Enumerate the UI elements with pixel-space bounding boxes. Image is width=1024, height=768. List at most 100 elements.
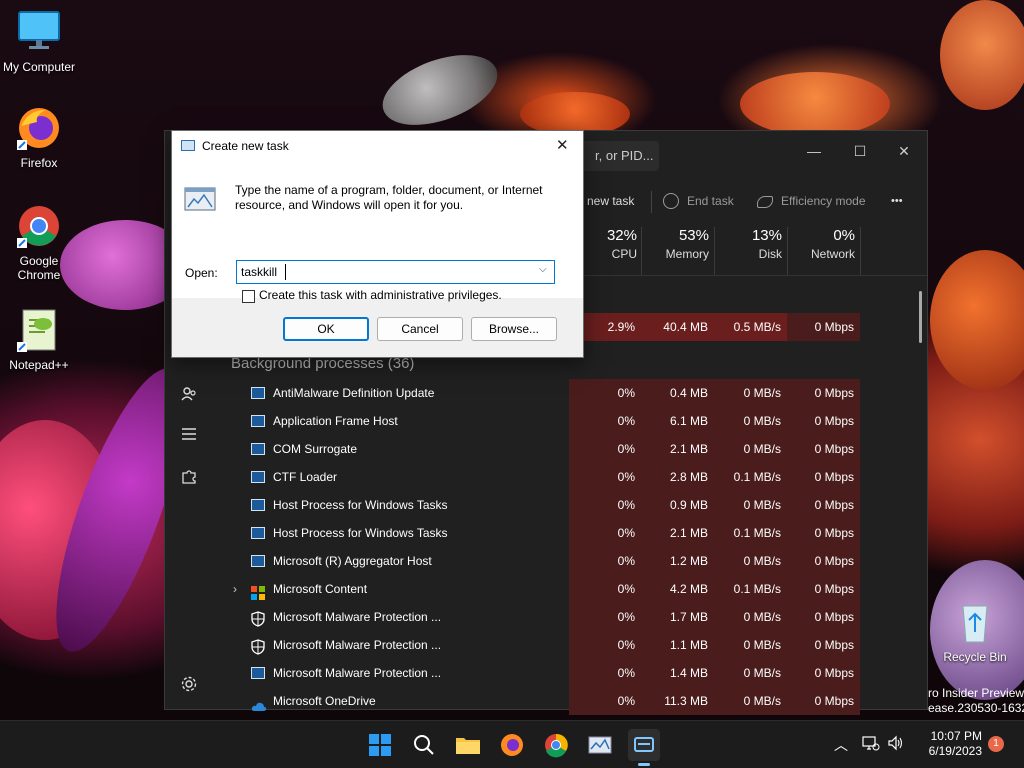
file-explorer-button[interactable]: [452, 729, 484, 761]
window-icon: [251, 443, 265, 455]
search-button[interactable]: [408, 729, 440, 761]
column-header-network[interactable]: 0% Network: [787, 227, 855, 261]
window-icon: [251, 667, 265, 679]
process-name: AntiMalware Definition Update: [273, 386, 435, 400]
desktop-icon-label: Recycle Bin: [943, 650, 1007, 664]
watermark-line: ro Insider Preview: [928, 686, 1024, 700]
create-new-task-dialog: Create new task ✕ Type the name of a pro…: [171, 130, 584, 358]
network-label: Network: [810, 247, 855, 261]
admin-privileges-label: Create this task with administrative pri…: [259, 288, 502, 302]
run-program-icon: [184, 187, 216, 216]
table-row[interactable]: Application Frame Host 0% 6.1 MB 0 MB/s 0 Mb…: [215, 407, 861, 435]
table-row[interactable]: Host Process for Windows Tasks 0% 2.1 MB 0.…: [215, 519, 861, 547]
windows-watermark: ro Insider Preview ease.230530-1632: [928, 686, 1024, 716]
users-icon[interactable]: [177, 385, 201, 409]
notification-badge[interactable]: 1: [988, 736, 1004, 752]
cpu-cell: 0%: [569, 659, 641, 687]
run-new-task-button[interactable]: new task: [587, 185, 634, 217]
cpu-cell: 0%: [569, 575, 641, 603]
desktop-icon-google-chrome[interactable]: Google Chrome: [1, 202, 77, 282]
desktop-icon-label: Google Chrome: [17, 254, 61, 282]
browse-button[interactable]: Browse...: [471, 317, 557, 341]
clock[interactable]: 10:07 PM 6/19/2023: [916, 729, 982, 759]
dialog-close-button[interactable]: ✕: [556, 131, 569, 161]
desktop-icon-notepad-plus-plus[interactable]: Notepad++: [1, 306, 77, 372]
network-cell: 0 Mbps: [787, 687, 860, 715]
table-row[interactable]: AntiMalware Definition Update 0% 0.4 MB 0 M…: [215, 379, 861, 407]
disk-cell: 0 MB/s: [714, 603, 787, 631]
close-button[interactable]: ✕: [881, 137, 927, 165]
end-task-icon: [663, 192, 679, 209]
network-cell: 0 Mbps: [787, 463, 860, 491]
maximize-button[interactable]: ☐: [837, 137, 883, 165]
settings-gear-icon[interactable]: [177, 675, 201, 699]
services-puzzle-icon[interactable]: [177, 467, 201, 491]
column-header-memory[interactable]: 53% Memory: [641, 227, 709, 261]
table-row[interactable]: › Microsoft Content 0% 4.2 MB 0.1 MB/s 0 Mbps: [215, 575, 861, 603]
memory-cell: 1.2 MB: [641, 547, 714, 575]
table-row[interactable]: CTF Loader 0% 2.8 MB 0.1 MB/s 0 Mbps: [215, 463, 861, 491]
task-manager-taskbar-button[interactable]: [628, 729, 660, 766]
run-new-task-label: new task: [587, 194, 635, 208]
chevron-up-icon[interactable]: ︿: [834, 735, 848, 755]
table-row[interactable]: Microsoft Malware Protection ... 0% 1.4 MB…: [215, 659, 861, 687]
desktop-icon-firefox[interactable]: Firefox: [1, 104, 77, 170]
memory-cell: 6.1 MB: [641, 407, 714, 435]
chrome-icon: [15, 202, 63, 250]
process-name: Microsoft Malware Protection ...: [273, 638, 442, 652]
wallpaper-orange-shape: [940, 0, 1024, 110]
start-button[interactable]: [364, 729, 396, 761]
disk-cell: 0 MB/s: [714, 435, 787, 463]
taskbar: ︿ 10:07 PM 6/19/2023 1: [0, 720, 1024, 768]
wallpaper-orange-shape: [930, 250, 1024, 390]
table-row[interactable]: Microsoft (R) Aggregator Host 0% 1.2 MB 0 M…: [215, 547, 861, 575]
desktop-icon-my-computer[interactable]: My Computer: [1, 8, 77, 74]
cpu-cell: 0%: [569, 407, 641, 435]
disk-cell: 0.1 MB/s: [714, 463, 787, 491]
column-divider: [860, 227, 861, 275]
process-name: Host Process for Windows Tasks: [273, 526, 448, 540]
window-icon: [251, 387, 265, 399]
memory-cell: 2.1 MB: [641, 519, 714, 547]
firefox-taskbar-button[interactable]: [496, 729, 528, 761]
expand-chevron-icon[interactable]: ›: [233, 575, 237, 603]
end-task-button[interactable]: End task: [663, 185, 734, 217]
process-name: Microsoft (R) Aggregator Host: [273, 554, 432, 568]
table-row[interactable]: COM Surrogate 0% 2.1 MB 0 MB/s 0 Mbps: [215, 435, 861, 463]
end-task-label: End task: [687, 194, 734, 208]
table-row[interactable]: Microsoft Malware Protection ... 0% 1.1 MB…: [215, 631, 861, 659]
dialog-titlebar: Create new task ✕: [172, 131, 583, 161]
disk-total: 13%: [751, 227, 782, 244]
shield-icon: [251, 637, 265, 655]
memory-cell: 1.4 MB: [641, 659, 714, 687]
ok-button[interactable]: OK: [283, 317, 369, 341]
cpu-cell: 0%: [569, 519, 641, 547]
chevron-down-icon[interactable]: ⌵: [539, 264, 547, 275]
cancel-button[interactable]: Cancel: [377, 317, 463, 341]
performance-monitor-icon: [588, 736, 612, 754]
scrollbar-thumb[interactable]: [919, 291, 922, 343]
notepad-plus-plus-icon: [15, 306, 63, 354]
column-header-disk[interactable]: 13% Disk: [714, 227, 782, 261]
efficiency-mode-button[interactable]: Efficiency mode: [757, 185, 866, 217]
chrome-icon: [545, 733, 568, 758]
table-row[interactable]: Host Process for Windows Tasks 0% 0.9 MB 0 …: [215, 491, 861, 519]
wallpaper-orange-shape: [740, 72, 890, 136]
admin-privileges-checkbox[interactable]: [242, 290, 255, 303]
volume-icon[interactable]: [887, 735, 905, 754]
network-icon[interactable]: [862, 735, 880, 754]
performance-monitor-button[interactable]: [584, 729, 616, 761]
chrome-taskbar-button[interactable]: [540, 729, 572, 761]
memory-cell: 2.1 MB: [641, 435, 714, 463]
more-options-button[interactable]: •••: [891, 185, 903, 217]
dialog-title: Create new task: [202, 139, 289, 153]
process-name: Microsoft OneDrive: [273, 694, 376, 708]
cpu-cell: 0%: [569, 631, 641, 659]
minimize-button[interactable]: —: [791, 137, 837, 165]
table-row[interactable]: Microsoft Malware Protection ... 0% 1.7 MB…: [215, 603, 861, 631]
details-list-icon[interactable]: [177, 425, 201, 449]
table-row[interactable]: Microsoft OneDrive 0% 11.3 MB 0 MB/s 0 Mbps: [215, 687, 861, 715]
memory-cell: 0.4 MB: [641, 379, 714, 407]
desktop-icon-recycle-bin[interactable]: Recycle Bin: [937, 598, 1013, 664]
open-combobox[interactable]: taskkill ⌵: [236, 260, 555, 284]
